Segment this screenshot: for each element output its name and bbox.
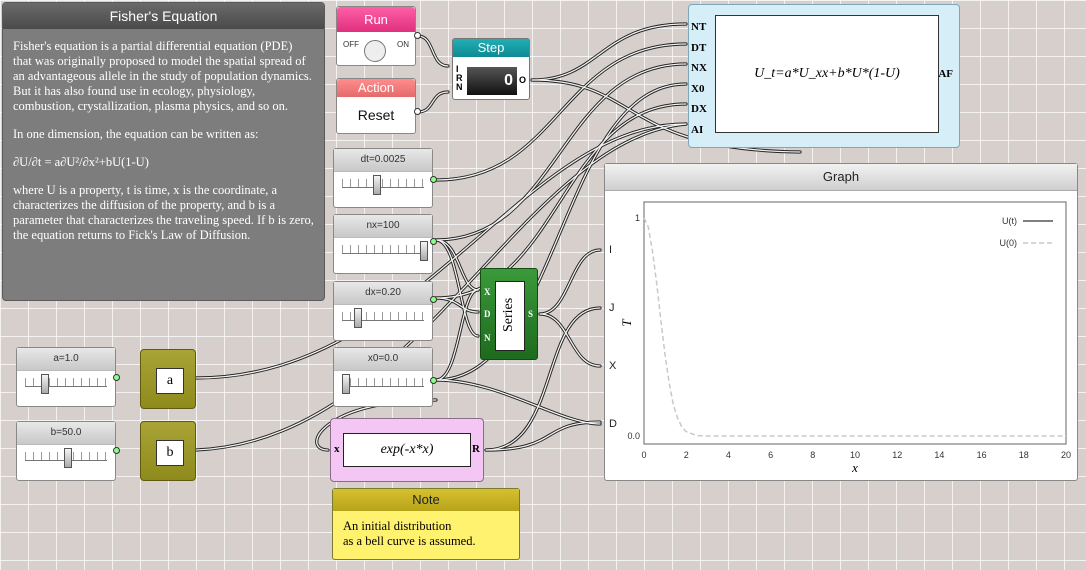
graph-component[interactable]: Graph I J X D 0 2 4 6 8 10 12 14 16 18 20 0.0 1 U(t… (604, 163, 1078, 481)
graph-title: Graph (605, 164, 1077, 191)
output-grip[interactable] (414, 32, 421, 39)
output-grip[interactable] (414, 108, 421, 115)
equation-pin-dt[interactable]: DT (691, 38, 707, 59)
b-slider-label: b=50.0 (17, 422, 115, 445)
slider-thumb[interactable] (40, 374, 49, 394)
slider-thumb[interactable] (353, 308, 362, 328)
note-line: as a bell curve is assumed. (343, 534, 476, 548)
description-equation: ∂U/∂t = a∂U²/∂x²+bU(1-U) (13, 155, 149, 169)
x-tick-label: 16 (977, 450, 987, 460)
step-pin-n[interactable]: N (456, 83, 463, 92)
equation-pin-nx[interactable]: NX (691, 58, 707, 79)
a-slider[interactable]: a=1.0 (16, 347, 116, 407)
a-slider-label: a=1.0 (17, 348, 115, 371)
expression-pin-x[interactable]: x (334, 443, 340, 455)
output-grip[interactable] (430, 296, 437, 303)
x0-slider[interactable]: x0=0.0 (333, 347, 433, 407)
toggle-knob[interactable] (364, 40, 386, 62)
y-tick-label: 1 (635, 213, 640, 223)
output-grip[interactable] (430, 377, 437, 384)
x-tick-label: 0 (641, 450, 646, 460)
series-pin-d[interactable]: D (484, 309, 491, 319)
nx-slider-label: nx=100 (334, 215, 432, 238)
equation-pin-af[interactable]: AF (938, 68, 953, 80)
y-axis-label: T (619, 319, 634, 327)
action-button[interactable]: Action Reset (336, 78, 416, 134)
note-title: Note (333, 489, 519, 511)
equation-pin-ai[interactable]: AI (691, 120, 707, 141)
b-slider[interactable]: b=50.0 (16, 421, 116, 481)
x-tick-label: 12 (892, 450, 902, 460)
output-grip[interactable] (113, 447, 120, 454)
step-display: 0 (467, 67, 517, 95)
dt-slider[interactable]: dt=0.0025 (333, 148, 433, 208)
step-component[interactable]: Step I R N 0 O (452, 38, 530, 100)
description-paragraph: In one dimension, the equation can be wr… (13, 127, 259, 141)
x-tick-label: 20 (1061, 450, 1071, 460)
series-pin-s[interactable]: S (528, 309, 533, 319)
equation-pin-dx[interactable]: DX (691, 99, 707, 120)
equation-text: U_t=a*U_xx+b*U*(1-U) (715, 15, 939, 133)
description-paragraph: where U is a property, t is time, x is t… (13, 183, 314, 242)
dx-slider[interactable]: dx=0.20 (333, 281, 433, 341)
x-tick-label: 4 (726, 450, 731, 460)
description-panel[interactable]: Fisher's Equation Fisher's equation is a… (2, 2, 325, 301)
expression-pin-r[interactable]: R (472, 443, 480, 455)
param-a[interactable]: a (140, 349, 196, 409)
run-title: Run (337, 7, 415, 32)
slider-thumb[interactable] (342, 374, 350, 394)
reset-label: Reset (357, 107, 395, 123)
x-tick-label: 6 (768, 450, 773, 460)
series-label: Series (501, 297, 516, 333)
equation-pin-x0[interactable]: X0 (691, 79, 707, 100)
action-title: Action (337, 79, 415, 97)
slider-thumb[interactable] (420, 241, 428, 261)
chart: 0 2 4 6 8 10 12 14 16 18 20 0.0 1 U(t) U(0) x T (619, 201, 1071, 475)
x-tick-label: 8 (810, 450, 815, 460)
legend-label: U(t) (1002, 216, 1017, 226)
param-b[interactable]: b (140, 421, 196, 481)
slider-thumb[interactable] (64, 448, 72, 468)
dt-slider-label: dt=0.0025 (334, 149, 432, 172)
equation-component[interactable]: NT DT NX X0 DX AI U_t=a*U_xx+b*U*(1-U) A… (688, 4, 960, 148)
x-tick-label: 2 (684, 450, 689, 460)
y-tick-label: 0.0 (627, 431, 640, 441)
output-grip[interactable] (430, 238, 437, 245)
note-panel[interactable]: Note An initial distribution as a bell c… (332, 488, 520, 560)
on-label: ON (397, 40, 409, 49)
x-tick-label: 14 (934, 450, 944, 460)
x-tick-label: 10 (850, 450, 860, 460)
expression-component[interactable]: x exp(-x*x) R (330, 418, 484, 482)
run-toggle[interactable]: Run OFF ON (336, 6, 416, 66)
param-a-label: a (156, 368, 184, 394)
off-label: OFF (343, 40, 359, 49)
expression-text: exp(-x*x) (343, 433, 471, 467)
description-paragraph: Fisher's equation is a partial different… (13, 39, 312, 113)
series-pin-x[interactable]: X (484, 287, 491, 297)
dx-slider-label: dx=0.20 (334, 282, 432, 305)
param-b-label: b (156, 440, 184, 466)
output-grip[interactable] (430, 176, 437, 183)
step-pin-o[interactable]: O (519, 75, 526, 85)
equation-pin-nt[interactable]: NT (691, 17, 707, 38)
description-title: Fisher's Equation (3, 3, 324, 29)
note-line: An initial distribution (343, 519, 452, 533)
series-pin-n[interactable]: N (484, 333, 491, 343)
x0-slider-label: x0=0.0 (334, 348, 432, 371)
step-title: Step (453, 39, 529, 57)
output-grip[interactable] (113, 374, 120, 381)
x-tick-label: 18 (1019, 450, 1029, 460)
legend-label: U(0) (1000, 238, 1018, 248)
series-component[interactable]: Series X D N S (480, 268, 538, 360)
slider-thumb[interactable] (373, 175, 382, 195)
nx-slider[interactable]: nx=100 (333, 214, 433, 274)
x-axis-label: x (851, 460, 858, 475)
